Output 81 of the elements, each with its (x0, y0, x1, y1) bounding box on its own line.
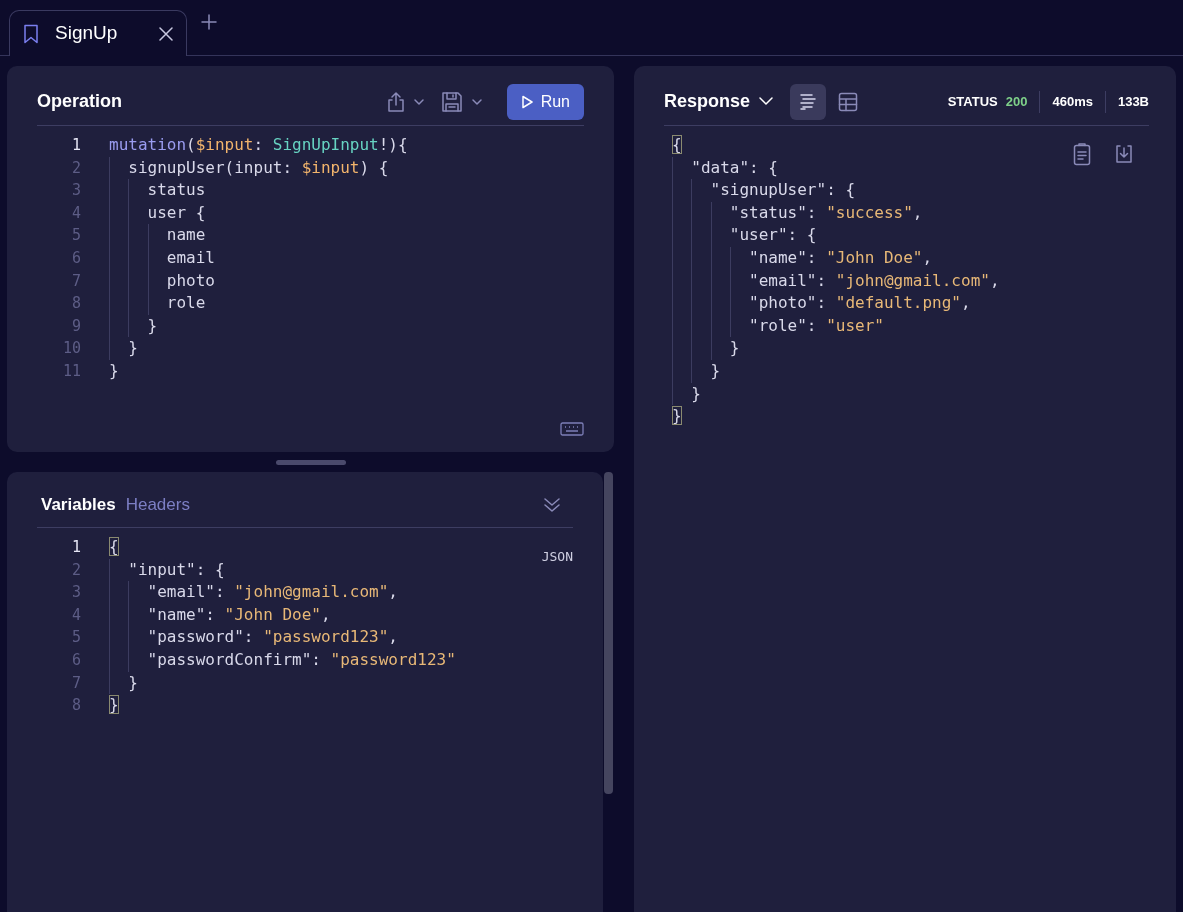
clipboard-icon[interactable] (1073, 142, 1091, 166)
code-line: } (109, 671, 456, 695)
line-number: 5 (70, 627, 81, 649)
share-icon (386, 90, 405, 113)
code-line: email (109, 246, 408, 270)
line-number: 7 (70, 270, 81, 292)
code-line: "name": "John Doe", (672, 246, 1000, 270)
lines-icon (798, 91, 819, 112)
caret-icon (412, 97, 425, 106)
line-number: 3 (70, 582, 81, 604)
code-line: signupUser(input: $input) { (109, 156, 408, 180)
response-size: 133B (1117, 92, 1149, 111)
code-line: } (672, 382, 1000, 406)
caret-icon (758, 96, 775, 107)
close-icon[interactable] (159, 26, 173, 41)
query-tab[interactable]: SignUp (9, 10, 187, 56)
line-number: 1 (70, 537, 81, 558)
line-number: 7 (70, 672, 81, 694)
bookmark-icon (23, 23, 39, 44)
code-line: role (109, 292, 408, 315)
line-number: 2 (70, 157, 81, 179)
line-number: 6 (70, 247, 81, 269)
code-line: name (109, 224, 408, 247)
code-line: "user": { (672, 224, 1000, 247)
caret-icon (470, 97, 483, 106)
view-toggle[interactable] (790, 83, 827, 120)
resize-handle[interactable] (275, 459, 346, 465)
code-line: "input": { (109, 558, 456, 582)
line-number: 6 (70, 649, 81, 671)
code-line: "data": { (672, 156, 1000, 180)
line-number: 1 (70, 135, 81, 156)
code-line: "name": "John Doe", (109, 603, 456, 627)
code-line: "email": "john@gmail.com", (109, 581, 456, 604)
editor-tab[interactable]: Variables (41, 491, 126, 518)
code-line: } (672, 359, 1000, 383)
line-number: 4 (70, 202, 81, 224)
save-menu-button[interactable] (440, 90, 483, 113)
code-line: } (109, 359, 120, 382)
status-label: STATUS (947, 92, 998, 111)
line-number: 3 (70, 180, 81, 202)
table-icon (838, 91, 859, 112)
code-line: mutation($input: SignUpInput!){ (109, 134, 408, 156)
code-line: "signupUser": { (672, 179, 1000, 202)
share-menu-button[interactable] (386, 90, 425, 113)
code-line: user { (109, 201, 408, 225)
download-icon[interactable] (1115, 144, 1133, 164)
line-number: 11 (61, 360, 81, 382)
code-line: "password": "password123", (109, 626, 456, 649)
code-line: { (672, 134, 683, 156)
line-number: 5 (70, 225, 81, 247)
code-line: photo (109, 269, 408, 293)
scrollbar[interactable] (604, 472, 613, 794)
line-number: 2 (70, 559, 81, 581)
code-line: "photo": "default.png", (672, 292, 1000, 315)
code-line: } (109, 337, 408, 360)
code-line: "role": "user" (672, 314, 1000, 338)
panel-title: Operation (37, 90, 123, 113)
keyboard-icon[interactable] (560, 422, 584, 437)
play-icon (520, 94, 533, 109)
language-label: JSON (541, 549, 573, 564)
line-number: 9 (70, 315, 81, 337)
run-button[interactable]: Run (506, 83, 584, 120)
line-number: 4 (70, 604, 81, 626)
editor-tab[interactable]: Headers (125, 491, 200, 518)
response-time: 460ms (1052, 92, 1093, 111)
code-line: } (672, 405, 683, 428)
code-line: } (109, 694, 120, 717)
double-chevron-icon[interactable] (543, 496, 561, 513)
code-line: status (109, 179, 408, 202)
plus-icon[interactable] (201, 14, 217, 30)
line-number: 8 (70, 293, 81, 315)
code-line: "passwordConfirm": "password123" (109, 648, 456, 672)
line-number: 8 (70, 695, 81, 717)
code-line: "email": "john@gmail.com", (672, 269, 1000, 293)
response-menu-button[interactable]: Response (664, 89, 775, 114)
code-line: { (109, 536, 120, 558)
code-line: } (109, 314, 408, 338)
code-line: } (672, 337, 1000, 360)
code-line: "status": "success", (672, 201, 1000, 225)
line-number: 10 (61, 338, 81, 360)
status-code: 200 (1005, 92, 1028, 111)
